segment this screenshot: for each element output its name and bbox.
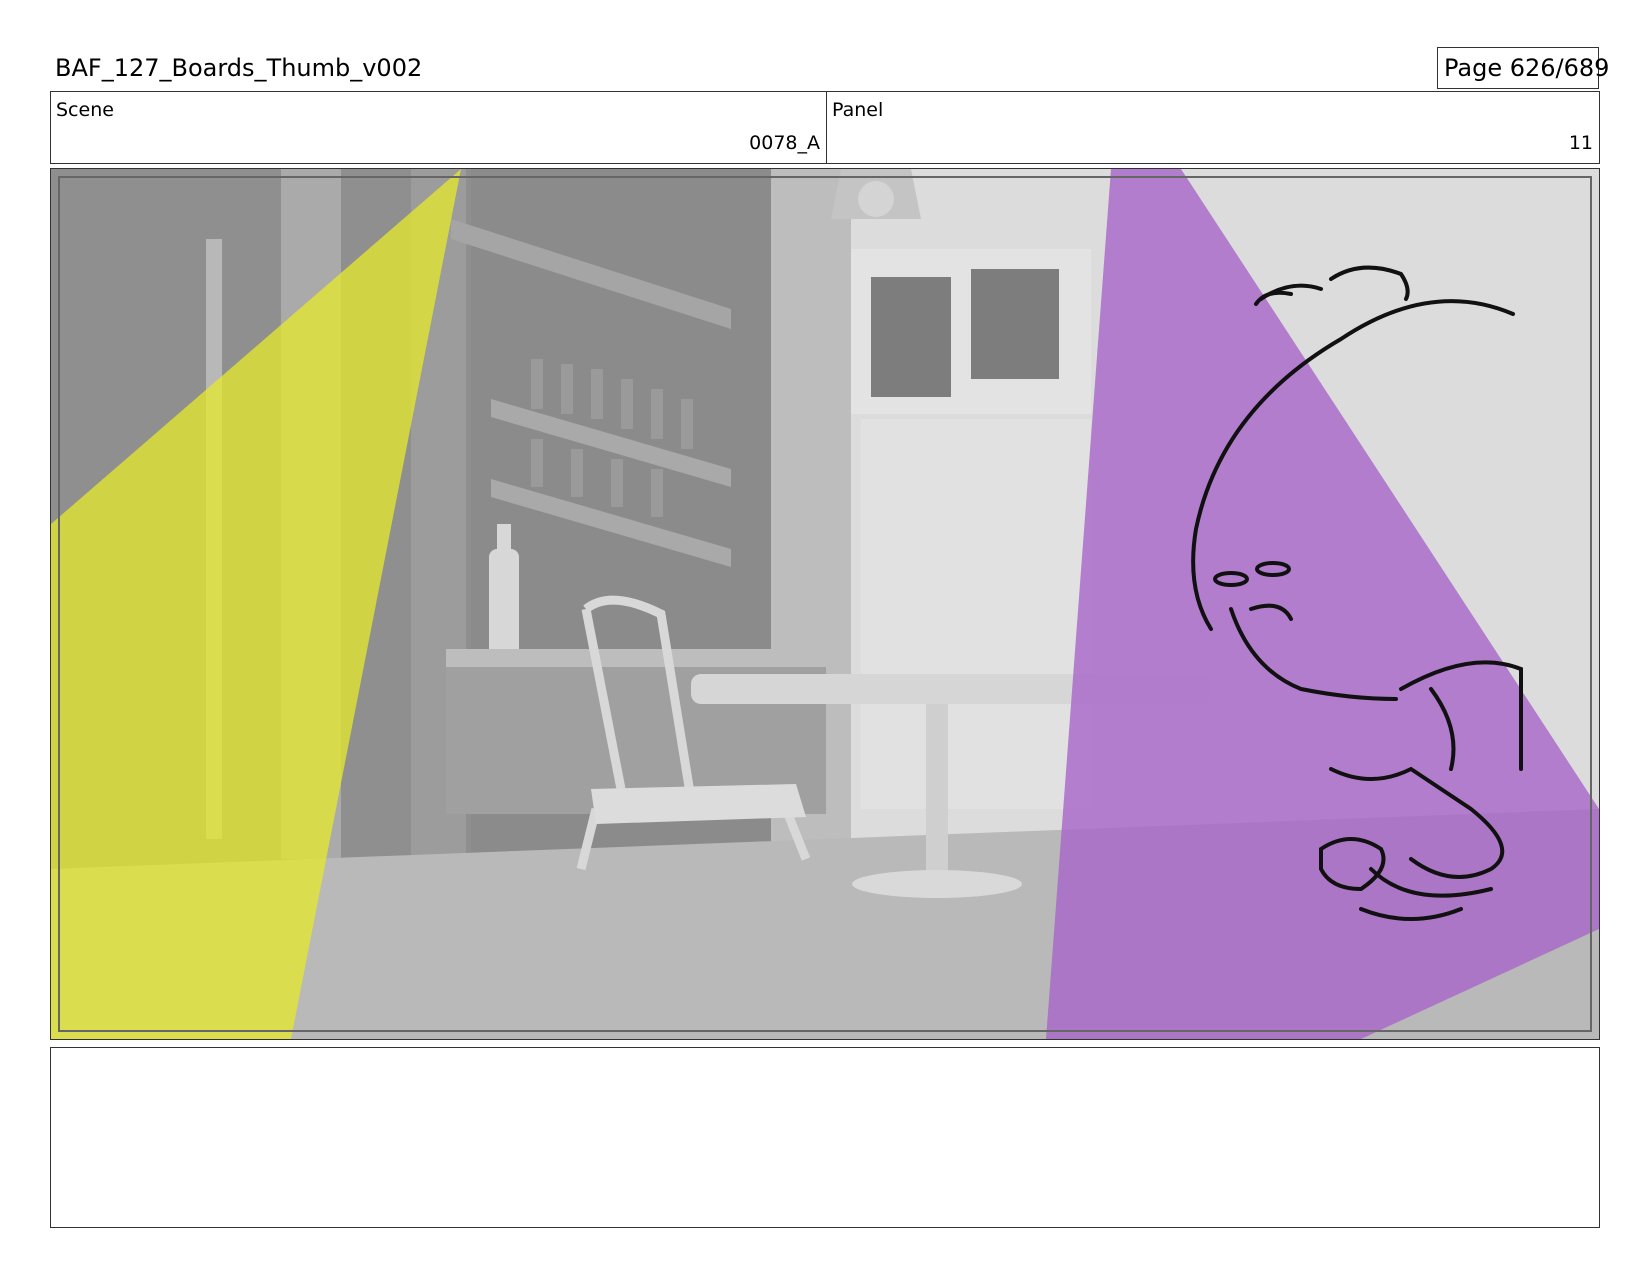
- panel-value: 11: [1568, 132, 1593, 154]
- scene-value: 0078_A: [749, 132, 820, 154]
- header-row: Scene 0078_A Panel 11: [50, 91, 1600, 164]
- scene-label: Scene: [56, 99, 114, 121]
- page-number: Page 626/689: [1444, 54, 1610, 82]
- storyboard-frame: [50, 168, 1600, 1040]
- notes-box: [50, 1047, 1600, 1228]
- storyboard-image: [51, 169, 1599, 1039]
- page-number-box: Page 626/689: [1437, 47, 1609, 89]
- document-title: BAF_127_Boards_Thumb_v002: [55, 54, 423, 82]
- panel-label: Panel: [832, 99, 884, 121]
- scene-cell: Scene 0078_A: [51, 92, 827, 163]
- panel-cell: Panel 11: [827, 92, 1599, 163]
